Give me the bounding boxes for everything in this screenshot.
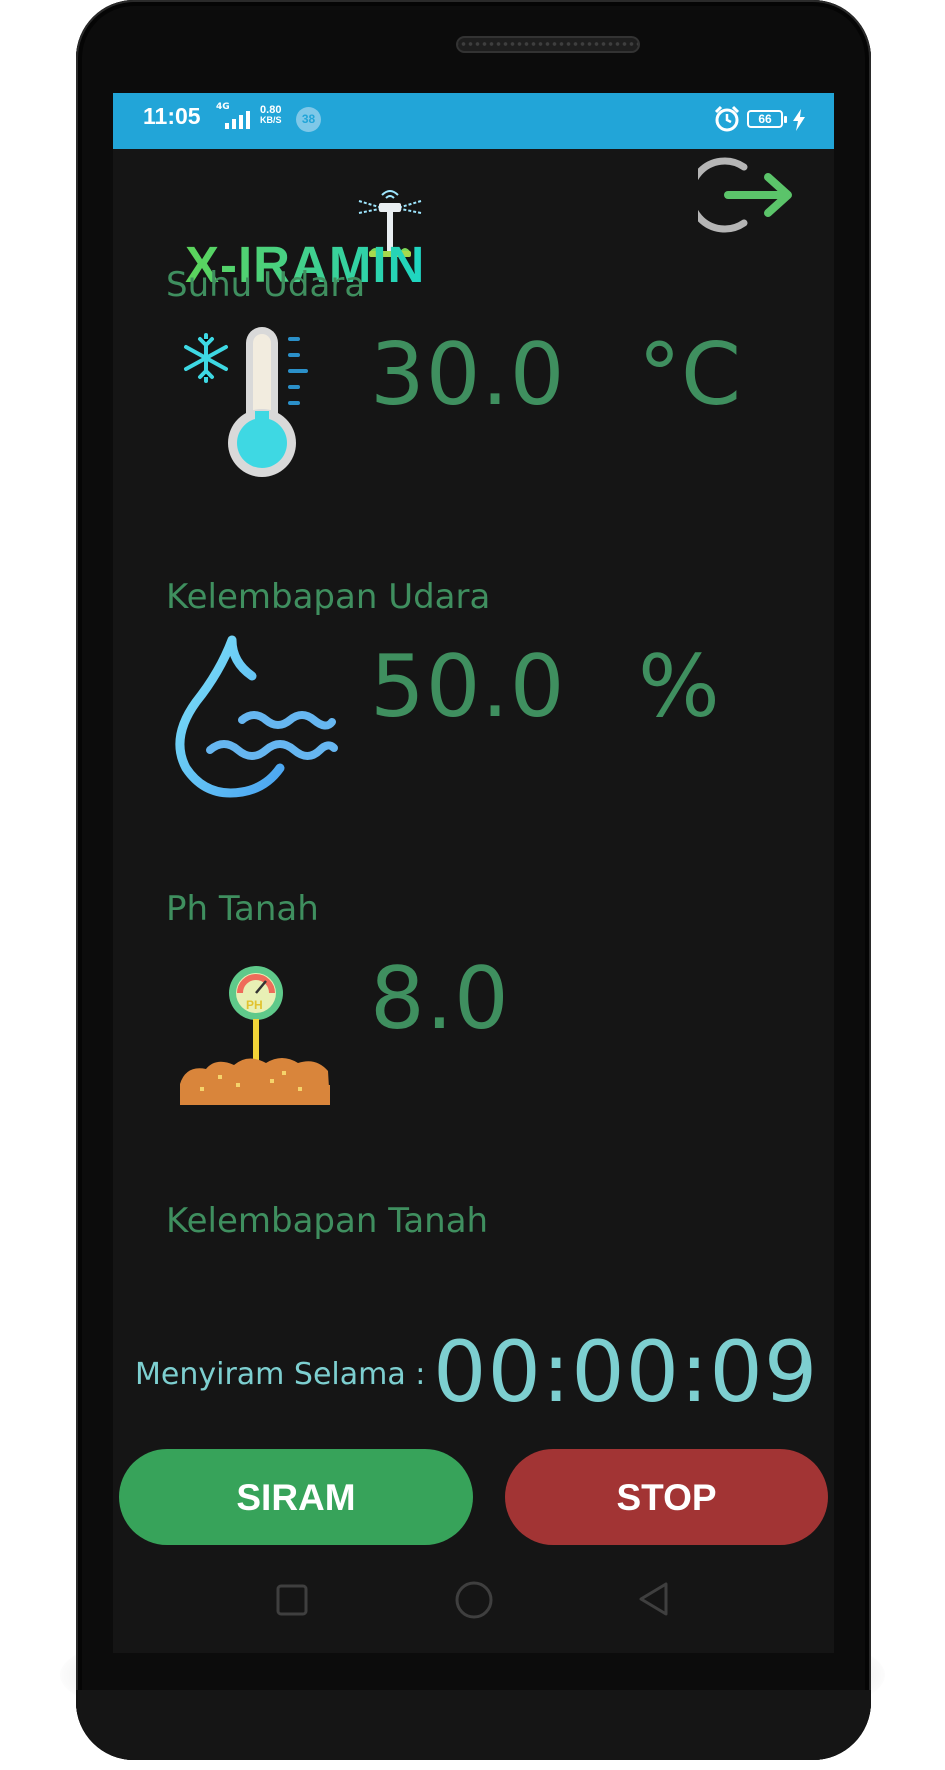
- charging-bolt-icon: [793, 109, 805, 131]
- watering-duration-label: Menyiram Selama :: [135, 1357, 426, 1392]
- circle-home-icon[interactable]: [454, 1580, 494, 1620]
- svg-text:PH: PH: [246, 998, 263, 1012]
- triangle-back-icon[interactable]: [636, 1581, 672, 1617]
- air-humidity-card: Kelembapan Udara 50.0 %: [158, 577, 778, 877]
- battery-indicator: 66: [747, 110, 787, 128]
- water-drop-waves-icon: [175, 635, 338, 798]
- air-humidity-unit: %: [638, 637, 720, 737]
- earpiece-speaker: [456, 36, 640, 53]
- network-speed: 0.80 KB/S: [260, 104, 282, 126]
- alarm-clock-icon: [714, 105, 740, 132]
- app-screen: 11:05 4G 0.80 KB/S 38 66 X-IRAMIN Suhu U…: [113, 93, 834, 1653]
- status-bar: 11:05 4G 0.80 KB/S 38 66: [113, 93, 834, 149]
- temperature-unit: °C: [638, 325, 742, 425]
- stop-button[interactable]: STOP: [505, 1449, 828, 1545]
- phone-bottom-bezel: [76, 1690, 871, 1760]
- air-humidity-value: 50.0: [370, 637, 566, 737]
- square-recents-icon[interactable]: [275, 1583, 309, 1617]
- temperature-value: 30.0: [370, 325, 566, 425]
- soil-ph-value: 8.0: [370, 949, 510, 1049]
- ph-meter-soil-icon: PH: [180, 966, 330, 1105]
- temperature-card: Suhu Udara 30.0 °C: [158, 265, 778, 565]
- siram-button[interactable]: SIRAM: [119, 1449, 473, 1545]
- notification-count-badge: 38: [296, 107, 321, 132]
- temperature-title: Suhu Udara: [166, 265, 366, 305]
- signal-strength-icon: [225, 111, 250, 129]
- air-humidity-title: Kelembapan Udara: [166, 577, 491, 617]
- watering-duration-timer: 00:00:09: [433, 1323, 819, 1421]
- logout-arrow-icon[interactable]: [698, 155, 796, 235]
- soil-ph-title: Ph Tanah: [166, 889, 319, 929]
- thermometer-snowflake-icon: [184, 327, 308, 477]
- soil-humidity-title: Kelembapan Tanah: [166, 1201, 489, 1241]
- soil-ph-card: Ph Tanah PH 8.0: [158, 889, 778, 1189]
- status-time: 11:05: [143, 103, 201, 129]
- network-speed-value: 0.80: [260, 104, 282, 116]
- android-navigation-bar: [113, 1561, 834, 1653]
- network-speed-unit: KB/S: [260, 115, 282, 125]
- soil-humidity-card: Kelembapan Tanah: [158, 1201, 778, 1281]
